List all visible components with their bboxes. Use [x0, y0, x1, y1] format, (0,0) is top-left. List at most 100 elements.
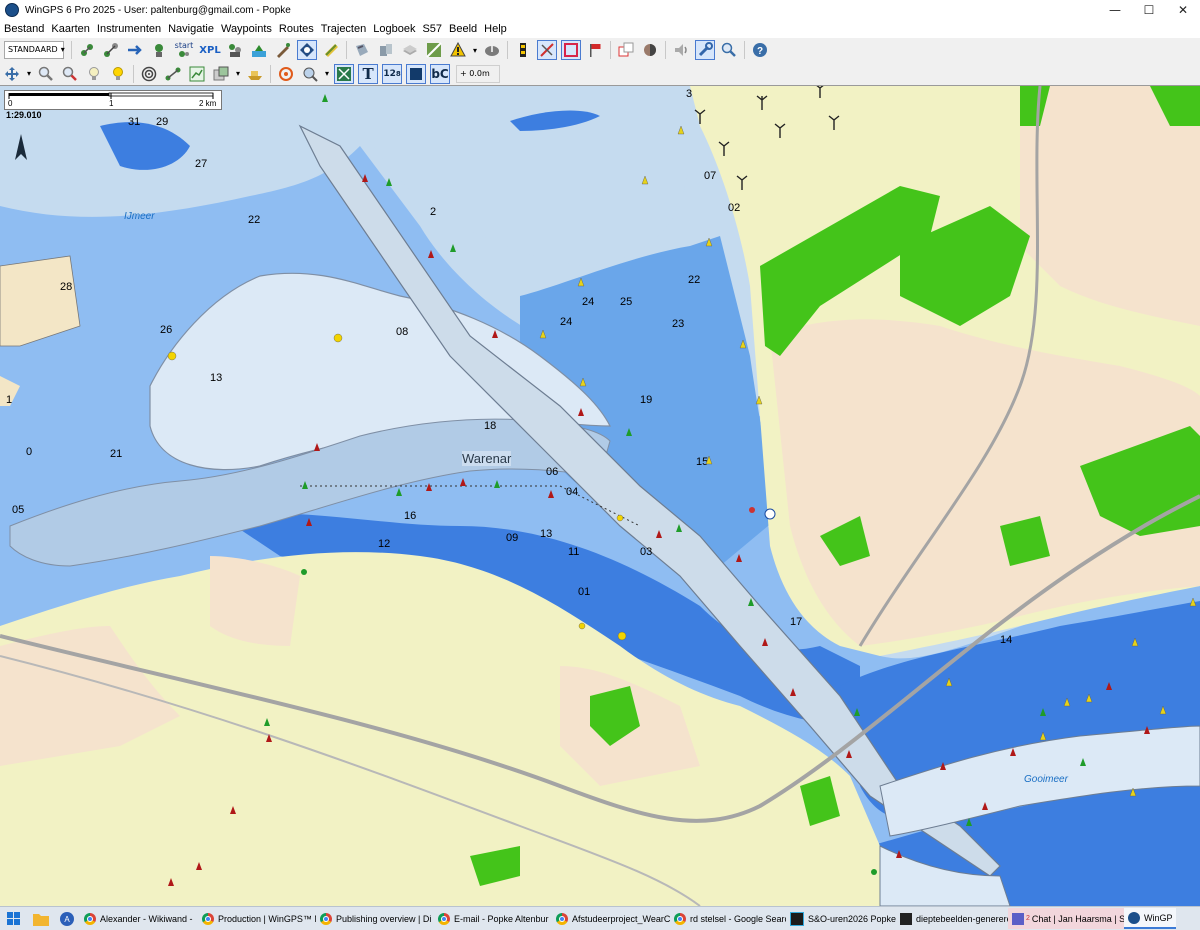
pan-button[interactable]: [2, 64, 22, 84]
menu-kaarten[interactable]: Kaarten: [47, 20, 93, 38]
taskbar-item[interactable]: dieptebeelden-generere: [896, 908, 1008, 929]
waypoint-icon: [155, 44, 163, 57]
taskbar-item[interactable]: Production | WinGPS™ M: [198, 908, 316, 929]
photo-button[interactable]: [352, 40, 372, 60]
text-tool-button[interactable]: T: [358, 63, 379, 84]
depth-tool-button[interactable]: 12 8: [382, 63, 403, 84]
tide-button[interactable]: [513, 40, 533, 60]
import-button[interactable]: [249, 40, 269, 60]
taskbar-item-label: WinGP: [1144, 912, 1173, 923]
close-button[interactable]: ✕: [1166, 0, 1200, 20]
slope-button[interactable]: [424, 40, 444, 60]
menu-instrumenten[interactable]: Instrumenten: [93, 20, 164, 38]
pen-button[interactable]: [273, 40, 293, 60]
gps-button[interactable]: [77, 40, 97, 60]
start-button[interactable]: start: [173, 40, 195, 60]
helmet-button[interactable]: [482, 40, 502, 60]
menu-navigatie[interactable]: Navigatie: [164, 20, 217, 38]
zoom-in-button[interactable]: [36, 64, 56, 84]
boat-button[interactable]: [245, 64, 265, 84]
graph-button[interactable]: [187, 64, 207, 84]
waypoint-target-button[interactable]: [276, 64, 296, 84]
compass-button[interactable]: [297, 40, 317, 60]
taskbar-item[interactable]: E-mail - Popke Altenbur: [434, 908, 552, 929]
file-explorer-button[interactable]: [28, 908, 54, 929]
menu-bar: Bestand Kaarten Instrumenten Navigatie W…: [0, 20, 1200, 38]
pen-icon: [277, 43, 290, 58]
people-button[interactable]: [225, 40, 245, 60]
taskbar-item[interactable]: Alexander - Wikiwand -: [80, 908, 198, 929]
filter-button[interactable]: [300, 64, 320, 84]
chevron-down-icon[interactable]: ▾: [236, 69, 240, 78]
menu-waypoints[interactable]: Waypoints: [217, 20, 275, 38]
start-menu-button[interactable]: [0, 908, 28, 929]
chevron-down-icon[interactable]: ▾: [473, 46, 477, 55]
offset-value: + 0.0m: [460, 68, 490, 78]
menu-routes[interactable]: Routes: [275, 20, 317, 38]
maximize-button[interactable]: ☐: [1132, 0, 1166, 20]
xpl-button[interactable]: XPL: [199, 40, 221, 60]
warning-button[interactable]: [448, 40, 468, 60]
chart-map[interactable]: 0 1 2 km 1:29.010 IJmeer Warenar Gooimee…: [0, 86, 1200, 906]
taskbar-item[interactable]: Afstudeerproject_WearC: [552, 908, 670, 929]
frame-icon: [564, 43, 579, 57]
taskbar-item[interactable]: S&O-uren2026 Popke A: [786, 908, 896, 929]
toolbar-divider: [744, 41, 746, 59]
slope-icon: [426, 42, 442, 58]
night-mode-button[interactable]: [640, 40, 660, 60]
frame-button[interactable]: [561, 40, 582, 60]
menu-help[interactable]: Help: [480, 20, 510, 38]
route-button[interactable]: [101, 40, 121, 60]
import-icon: [252, 45, 266, 57]
menu-trajecten[interactable]: Trajecten: [317, 20, 369, 38]
target-icon: [141, 66, 157, 81]
settings-icon: [698, 42, 714, 57]
taskbar-item-active[interactable]: WinGP: [1124, 908, 1176, 929]
menu-bestand[interactable]: Bestand: [0, 20, 47, 38]
chevron-down-icon[interactable]: ▾: [325, 69, 329, 78]
search-button[interactable]: [719, 40, 739, 60]
helmet-icon: [485, 46, 500, 56]
lightbulb-on-icon: [113, 66, 124, 80]
offset-field[interactable]: + 0.0m: [456, 64, 501, 83]
symbol-button[interactable]: [334, 63, 355, 84]
layers-button[interactable]: [376, 40, 396, 60]
taskbar-item[interactable]: rd stelsel - Google Searc: [670, 908, 786, 929]
taskbar-item-label: S&O-uren2026 Popke A: [808, 913, 896, 924]
help-button[interactable]: ?: [750, 40, 770, 60]
flag-button[interactable]: [585, 40, 605, 60]
ruler-button[interactable]: [537, 40, 558, 60]
boat-icon: [248, 70, 263, 80]
fill-tool-button[interactable]: [406, 63, 427, 84]
light-off-button[interactable]: [84, 64, 104, 84]
settings-button[interactable]: [695, 40, 716, 60]
toolbar-divider: [610, 41, 612, 59]
light-on-button[interactable]: [108, 64, 128, 84]
waypoint-button[interactable]: [149, 40, 169, 60]
app-button[interactable]: A: [54, 908, 80, 929]
menu-s57[interactable]: S57: [418, 20, 445, 38]
chart-select-button[interactable]: [321, 40, 341, 60]
speaker-button[interactable]: [671, 40, 691, 60]
chevron-down-icon[interactable]: ▾: [27, 69, 31, 78]
menu-beeld[interactable]: Beeld: [445, 20, 480, 38]
minimize-button[interactable]: —: [1098, 0, 1132, 20]
target-button[interactable]: [139, 64, 159, 84]
chrome-icon: [556, 912, 568, 925]
bc-tool-button[interactable]: bC: [430, 63, 451, 84]
track-button[interactable]: [125, 40, 145, 60]
taskbar-item[interactable]: Publishing overview | Di: [316, 908, 434, 929]
taskbar-item[interactable]: 2 Chat | Jan Haarsma | Ste: [1008, 908, 1124, 929]
stack-button[interactable]: [400, 40, 420, 60]
zoom-out-button[interactable]: [60, 64, 80, 84]
layers-icon: [380, 44, 392, 56]
overlay-button[interactable]: [211, 64, 231, 84]
profile-select[interactable]: STANDAARD ▾: [4, 41, 65, 59]
taskbar-item-label: rd stelsel - Google Searc: [690, 913, 786, 924]
menu-logboek[interactable]: Logboek: [369, 20, 418, 38]
windows-button[interactable]: [616, 40, 636, 60]
zoom-out-icon: [62, 66, 77, 81]
wingps-icon: [1128, 911, 1140, 924]
measure-button[interactable]: [163, 64, 183, 84]
taskbar-item-label: Chat | Jan Haarsma | Ste: [1031, 913, 1124, 924]
